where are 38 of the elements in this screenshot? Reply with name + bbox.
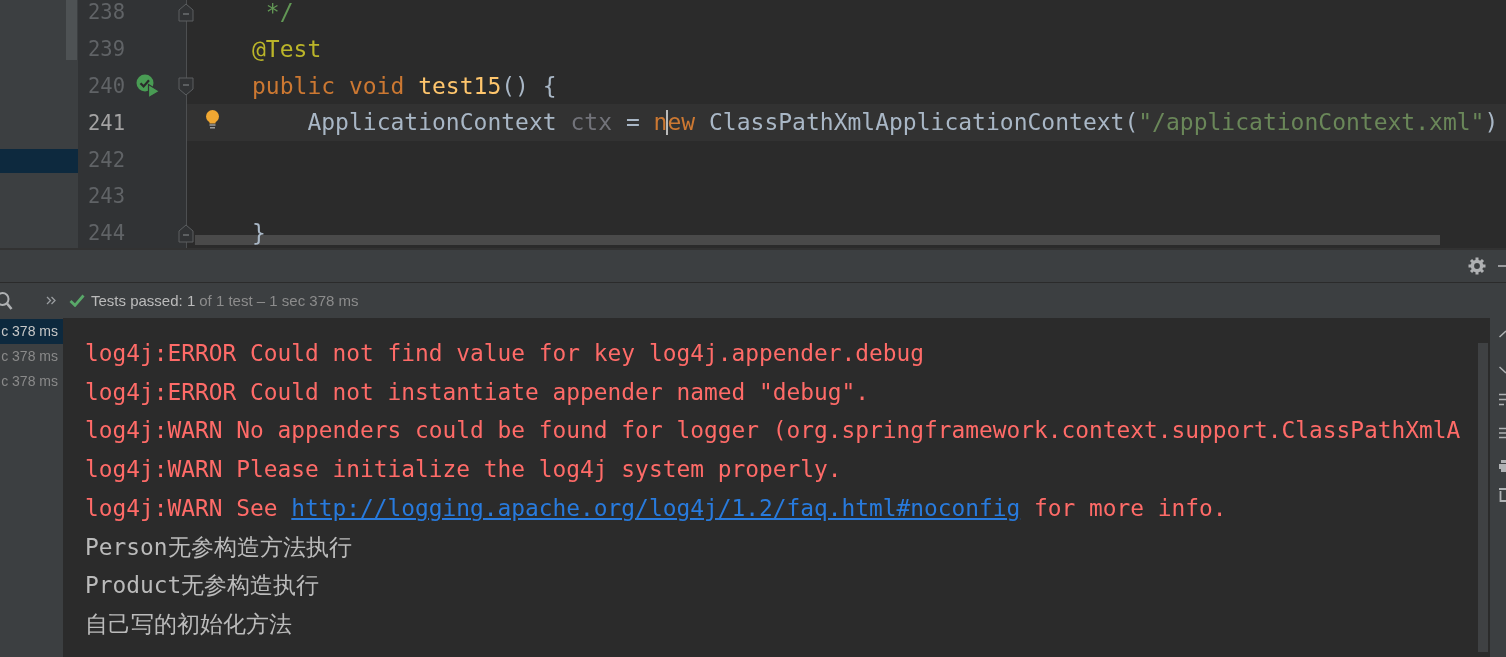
console-line: log4j:WARN See http://logging.apache.org/log4j/1.2/faq.html#noconfig for more info. xyxy=(85,493,1227,523)
console-line: 自己写的初始化方法 xyxy=(85,609,292,639)
minimize-icon[interactable] xyxy=(1498,264,1506,268)
check-icon xyxy=(69,294,85,307)
test-tree-row[interactable]: c 378 ms xyxy=(0,319,63,344)
fold-marker-icon[interactable] xyxy=(178,223,194,243)
console-line: Person无参构造方法执行 xyxy=(85,532,352,562)
console-line: log4j:ERROR Could not instantiate appender named "debug". xyxy=(85,377,869,407)
line-number: 241 xyxy=(86,110,125,135)
text-lines-icon[interactable] xyxy=(1499,427,1506,439)
console-line: log4j:WARN Please initialize the log4j system properly. xyxy=(85,455,842,485)
magnifier-icon[interactable] xyxy=(0,290,13,311)
lightbulb-icon[interactable] xyxy=(205,110,220,130)
fold-marker-icon[interactable] xyxy=(178,76,194,96)
settings-icon[interactable] xyxy=(1468,257,1486,275)
code-line: @Test xyxy=(252,35,322,62)
chevron-down-icon[interactable] xyxy=(1499,366,1506,374)
status-detail: of 1 test – 1 sec 378 ms xyxy=(199,292,359,309)
code-line: ApplicationContext ctx = new ClassPathXmlApplicationContext("/applicationContext.xml") xyxy=(307,109,1499,136)
console-link[interactable]: http://logging.apache.org/log4j/1.2/faq.html#noconfig xyxy=(291,494,1021,521)
scrollbar-thumb[interactable] xyxy=(66,0,77,60)
vertical-scrollbar-thumb[interactable] xyxy=(1478,343,1488,652)
console-line: log4j:WARN No appenders could be found for logger (org.springframework.context.support.ClassPathXmlA xyxy=(85,416,1461,446)
code-line: */ xyxy=(265,0,294,25)
fold-marker-icon[interactable] xyxy=(178,3,194,22)
chevron-up-icon[interactable] xyxy=(1499,330,1506,338)
test-tree-row[interactable]: c 378 ms xyxy=(0,344,63,369)
double-chevron-icon[interactable] xyxy=(46,296,56,305)
status-summary: Tests passed: 1 xyxy=(91,292,196,309)
trash-icon[interactable] xyxy=(1499,487,1506,502)
text-lines-icon[interactable] xyxy=(1499,393,1506,407)
console-line: Product无参构造执行 xyxy=(85,571,320,601)
printer-icon[interactable] xyxy=(1499,460,1506,472)
console-line: log4j:ERROR Could not find value for key log4j.appender.debug xyxy=(85,339,924,368)
test-tree-row[interactable]: c 378 ms xyxy=(0,369,63,394)
code-line: public void test15() { xyxy=(252,72,557,99)
test-run-icon[interactable] xyxy=(136,74,160,98)
code-line: } xyxy=(252,219,266,246)
